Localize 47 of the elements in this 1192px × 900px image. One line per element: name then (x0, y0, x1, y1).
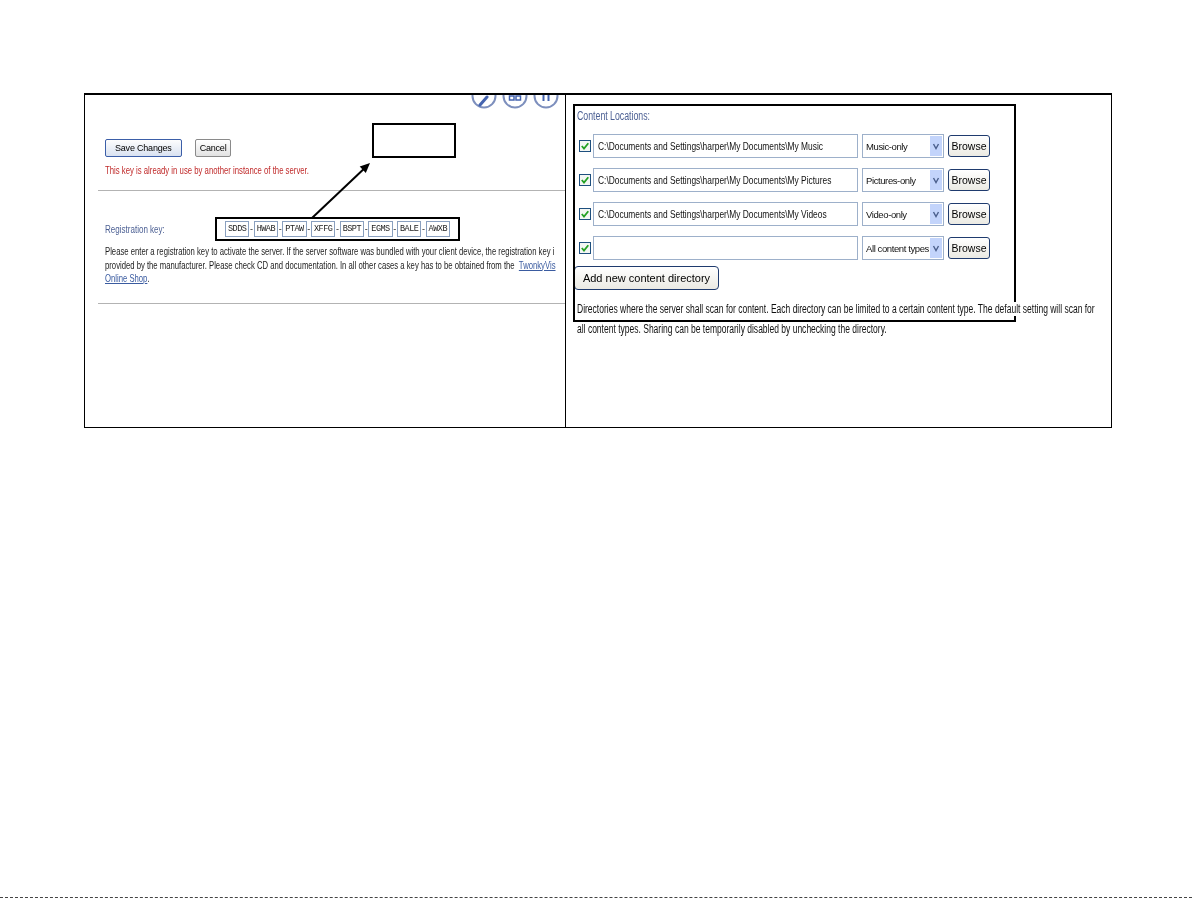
path-field[interactable]: C:\Documents and Settings\harper\My Documents\My Music (593, 134, 858, 158)
key-separator: - (278, 224, 282, 234)
key-field[interactable]: XFFG (310, 221, 336, 237)
chevron-down-icon (930, 204, 942, 224)
grid-icon[interactable] (502, 95, 528, 110)
key-field[interactable]: SDDS (225, 221, 250, 237)
chevron-down-icon (930, 136, 942, 156)
key-field[interactable]: PTAW (282, 221, 307, 237)
registration-help-text: Please enter a registration key to activate the server. If the server software was bundled with your client device, the registration key i provided by the manufacturer. Please check CD and documentation. In all other cases a key has to be obtained from the TwonkyVis Online Shop. (105, 245, 557, 286)
content-type-select[interactable]: Music-only (862, 134, 944, 158)
key-separator: - (336, 224, 339, 234)
checkbox[interactable] (579, 140, 591, 152)
key-separator: - (393, 224, 397, 234)
key-separator: - (421, 224, 425, 234)
path-field[interactable]: C:\Documents and Settings\harper\My Documents\My Pictures (593, 168, 858, 192)
key-separator: - (250, 224, 254, 234)
path-field[interactable]: C:\Documents and Settings\harper\My Documents\My Videos (593, 202, 858, 226)
content-type-select[interactable]: All content types (862, 236, 944, 260)
content-locations-heading: Content Locations: (577, 109, 651, 123)
form-button[interactable]: Save Changes (105, 139, 182, 157)
key-separator: - (307, 224, 311, 234)
pencil-icon[interactable] (471, 95, 497, 110)
key-field[interactable]: AWXB (425, 221, 450, 237)
checkbox[interactable] (579, 208, 591, 220)
chevron-down-icon (930, 238, 942, 258)
browse-button[interactable]: Browse (948, 169, 990, 191)
key-field[interactable]: EGMS (368, 221, 393, 237)
path-field[interactable] (593, 236, 858, 260)
content-type-select[interactable]: Video-only (862, 202, 944, 226)
browse-button[interactable]: Browse (948, 203, 990, 225)
shop-link[interactable]: TwonkyVis (518, 258, 556, 271)
browse-button[interactable]: Browse (948, 237, 990, 259)
browse-button[interactable]: Browse (948, 135, 990, 157)
key-separator: - (364, 224, 368, 234)
checkbox[interactable] (579, 174, 591, 186)
add-directory-button[interactable]: Add new content directory (574, 266, 719, 290)
chevron-down-icon (930, 170, 942, 190)
form-button[interactable]: Cancel (194, 139, 232, 157)
directory-description: Directories where the server shall scan for content. Each directory can be limited to a certain content type. The default setting will scan for all content types. Sharing can be temporarily disabled by unchecking the directory. (577, 302, 1096, 336)
error-message: This key is already in use by another instance of the server. (105, 164, 309, 177)
content-type-select[interactable]: Pictures-only (862, 168, 944, 192)
key-field[interactable]: BALE (396, 221, 422, 237)
pause-icon[interactable] (533, 95, 559, 110)
key-field[interactable]: BSPT (339, 221, 365, 237)
checkbox[interactable] (579, 242, 591, 254)
registration-key-label: Registration key: (105, 223, 165, 235)
key-field[interactable]: HWAB (253, 221, 279, 237)
